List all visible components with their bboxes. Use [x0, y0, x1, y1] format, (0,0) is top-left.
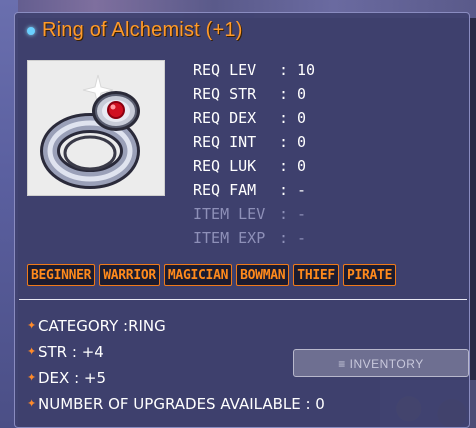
job-badge-thief: THIEF: [293, 264, 339, 286]
item-progress-label: ITEM LEV: [193, 205, 266, 223]
item-icon-frame: [27, 60, 165, 196]
stat-text: STR : +4: [38, 343, 104, 361]
req-separator: :: [279, 109, 289, 127]
bullet-icon: ✦: [27, 397, 37, 410]
item-progress-label: ITEM EXP: [193, 229, 266, 247]
req-label: REQ STR: [193, 85, 257, 103]
inventory-button[interactable]: ≡ INVENTORY: [293, 349, 469, 377]
req-separator: :: [279, 229, 289, 247]
item-exp-row: ITEM EXP : -: [193, 226, 315, 250]
stat-text: DEX : +5: [38, 369, 107, 387]
stat-text: CATEGORY :RING: [38, 317, 166, 335]
req-separator: :: [279, 205, 289, 223]
req-value: 0: [297, 85, 307, 103]
req-label: REQ FAM: [193, 181, 257, 199]
req-str-row: REQ STR : 0: [193, 82, 315, 106]
stat-str: ✦ STR : +4: [27, 339, 325, 365]
item-progress-value: -: [297, 205, 307, 223]
req-label: REQ LEV: [193, 61, 257, 79]
req-level-row: REQ LEV : 10: [193, 58, 315, 82]
job-badge-beginner: BEGINNER: [27, 264, 96, 286]
bullet-icon: ✦: [27, 371, 37, 384]
req-separator: :: [279, 181, 289, 199]
job-badge-warrior: WARRIOR: [99, 264, 160, 286]
job-restrictions: BEGINNER WARRIOR MAGICIAN BOWMAN THIEF P…: [27, 264, 397, 286]
stat-text: NUMBER OF UPGRADES AVAILABLE : 0: [38, 395, 325, 413]
req-luk-row: REQ LUK : 0: [193, 154, 315, 178]
req-label: REQ INT: [193, 133, 257, 151]
stat-dex: ✦ DEX : +5: [27, 365, 325, 391]
item-progress-value: -: [297, 229, 307, 247]
req-label: REQ LUK: [193, 157, 257, 175]
req-int-row: REQ INT : 0: [193, 130, 315, 154]
item-tooltip: Ring of Alchemist (+1) REQ LEV : 10 REQ …: [14, 12, 470, 428]
bullet-icon: ✦: [27, 345, 37, 358]
req-dex-row: REQ DEX : 0: [193, 106, 315, 130]
job-badge-magician: MAGICIAN: [163, 264, 233, 286]
req-label: REQ DEX: [193, 109, 257, 127]
silver-ring-red-gem-icon: [40, 74, 140, 189]
tooltip-header: Ring of Alchemist (+1): [27, 19, 243, 42]
req-separator: :: [279, 157, 289, 175]
item-stats: ✦ CATEGORY :RING ✦ STR : +4 ✦ DEX : +5 ✦…: [27, 313, 325, 417]
job-badge-pirate: PIRATE: [342, 264, 397, 286]
req-separator: :: [279, 85, 289, 103]
req-value: -: [297, 181, 307, 199]
req-value: 10: [297, 61, 316, 79]
req-value: 0: [297, 109, 307, 127]
stat-upgrades: ✦ NUMBER OF UPGRADES AVAILABLE : 0: [27, 391, 325, 417]
stat-category: ✦ CATEGORY :RING: [27, 313, 325, 339]
item-name: Ring of Alchemist (+1): [42, 19, 243, 41]
req-value: 0: [297, 133, 307, 151]
req-separator: :: [279, 133, 289, 151]
requirements-list: REQ LEV : 10 REQ STR : 0 REQ DEX : 0 REQ…: [193, 58, 315, 250]
req-fam-row: REQ FAM : -: [193, 178, 315, 202]
title-dot-icon: [27, 26, 35, 35]
section-divider: [19, 299, 467, 300]
req-value: 0: [297, 157, 307, 175]
bullet-icon: ✦: [27, 319, 37, 332]
job-badge-bowman: BOWMAN: [236, 264, 290, 286]
req-separator: :: [279, 61, 289, 79]
item-level-row: ITEM LEV : -: [193, 202, 315, 226]
